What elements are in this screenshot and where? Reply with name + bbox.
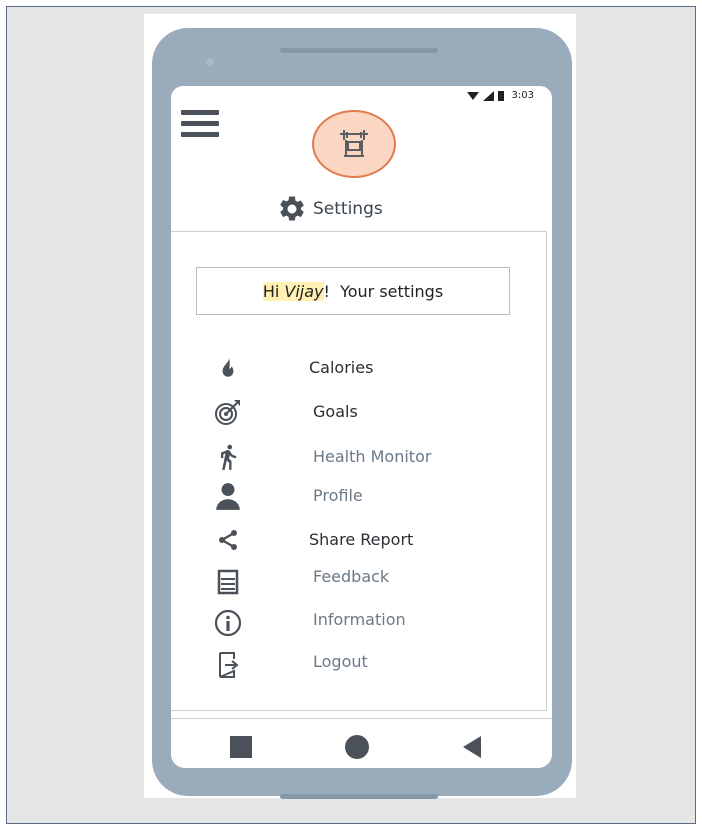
greeting-suffix: ! Your settings [323, 281, 444, 301]
camera-dot [206, 58, 214, 66]
feedback-icon [213, 567, 243, 597]
menu-item-feedback[interactable]: Feedback [171, 559, 547, 595]
menu-item-goals[interactable]: Goals [171, 394, 547, 430]
info-icon [213, 608, 243, 638]
menu-item-logout[interactable]: Logout [171, 644, 547, 680]
page-title-text: Settings [313, 199, 383, 219]
recents-button[interactable] [230, 736, 252, 762]
speaker-grille [280, 48, 438, 53]
page-title: Settings [277, 194, 383, 224]
battery-icon [497, 90, 504, 101]
status-time: 3:03 [511, 90, 534, 101]
menu-label-share-report: Share Report [309, 530, 414, 549]
phone-screen: 3:03 Settings Hi Vijay! Your settings Ca… [171, 86, 552, 768]
android-nav-bar [171, 718, 552, 768]
square-icon [230, 736, 252, 758]
menu-label-information: Information [313, 610, 406, 629]
back-triangle-icon [463, 736, 481, 758]
greeting-box: Hi Vijay! Your settings [196, 267, 510, 315]
logout-icon [213, 650, 243, 680]
weight-bench-icon [340, 130, 368, 157]
share-icon [213, 525, 243, 555]
menu-item-calories[interactable]: Calories [171, 350, 547, 386]
target-icon [213, 397, 243, 427]
hamburger-menu-icon[interactable] [181, 110, 219, 144]
menu-item-share-report[interactable]: Share Report [171, 522, 547, 558]
flame-icon [213, 353, 243, 383]
menu-label-profile: Profile [313, 486, 363, 505]
person-icon [213, 481, 243, 511]
circle-icon [345, 735, 369, 759]
back-button[interactable] [463, 736, 481, 762]
home-button[interactable] [344, 734, 370, 764]
app-logo [312, 110, 396, 178]
gear-icon [280, 196, 304, 221]
menu-label-calories: Calories [309, 358, 374, 377]
status-bar: 3:03 [466, 90, 534, 101]
menu-label-goals: Goals [313, 402, 358, 421]
greeting-highlight: Hi Vijay [262, 281, 324, 301]
menu-item-information[interactable]: Information [171, 602, 547, 638]
menu-label-feedback: Feedback [313, 567, 390, 586]
wifi-icon [466, 91, 479, 100]
runner-icon [213, 442, 243, 472]
menu-label-logout: Logout [313, 652, 368, 671]
bottom-speaker [280, 794, 438, 799]
menu-item-health-monitor[interactable]: Health Monitor [171, 439, 547, 475]
greeting-prefix: Hi [262, 281, 285, 301]
menu-item-profile[interactable]: Profile [171, 478, 547, 514]
greeting-name: Vijay [284, 281, 324, 301]
menu-label-health-monitor: Health Monitor [313, 447, 432, 466]
signal-icon [482, 90, 494, 101]
